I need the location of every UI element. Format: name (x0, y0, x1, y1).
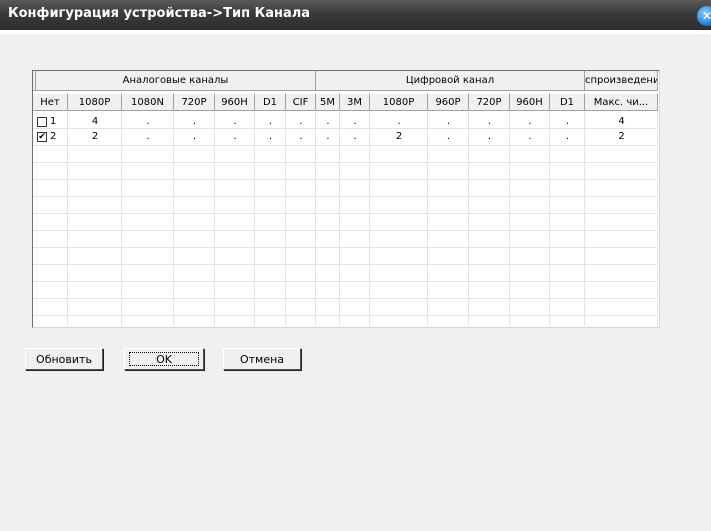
refresh-button-label: Обновить (36, 353, 92, 366)
table-cell[interactable]: . (174, 114, 215, 130)
row-checkbox[interactable] (37, 117, 47, 127)
table-cell[interactable]: . (316, 129, 340, 145)
table-cell[interactable]: . (469, 114, 510, 130)
channel-type-table: Аналоговые каналы Цифровой канал спроизвед… (32, 70, 660, 328)
column-header[interactable]: 1080P (68, 93, 122, 111)
column-header[interactable]: Макс. чи... (585, 93, 658, 111)
group-header: спроизведени (585, 71, 658, 91)
table-cell[interactable]: . (428, 114, 469, 130)
grid-line (33, 281, 658, 282)
window-title: Конфигурация устройства->Тип Канала (8, 6, 311, 21)
table-cell[interactable]: . (286, 114, 316, 130)
table-cell[interactable]: . (215, 114, 255, 130)
table-cell[interactable]: 4 (585, 114, 658, 130)
table-cell[interactable]: . (316, 114, 340, 130)
grid-line (33, 315, 658, 316)
table-cell[interactable]: . (370, 114, 428, 130)
grid-line (33, 264, 658, 265)
cancel-button[interactable]: Отмена (223, 348, 301, 370)
column-header[interactable]: CIF (286, 93, 316, 111)
table-cell[interactable]: . (215, 129, 255, 145)
column-header[interactable]: 720P (469, 93, 510, 111)
table-cell[interactable]: . (510, 114, 550, 130)
grid-line (33, 162, 658, 163)
table-cell[interactable]: . (122, 129, 174, 145)
close-icon[interactable]: ✕ (697, 6, 711, 26)
table-cell[interactable]: . (122, 114, 174, 130)
table-cell[interactable]: . (550, 114, 585, 130)
grid-line (33, 247, 658, 248)
table-cell[interactable]: . (510, 129, 550, 145)
column-header[interactable]: 960H (215, 93, 255, 111)
row-number: 2 (50, 131, 57, 142)
column-header[interactable]: D1 (255, 93, 286, 111)
table-cell[interactable]: 2 (68, 129, 122, 145)
column-header[interactable]: D1 (550, 93, 585, 111)
table-cell[interactable]: . (340, 129, 370, 145)
ok-button[interactable]: OK (124, 348, 204, 370)
group-header: Аналоговые каналы (36, 71, 316, 91)
row-number: 1 (50, 116, 57, 127)
column-header[interactable]: 960P (428, 93, 469, 111)
table-cell[interactable]: . (550, 129, 585, 145)
cancel-button-label: Отмена (239, 353, 285, 366)
row-checkbox[interactable]: ✔ (37, 132, 47, 142)
column-header[interactable]: 5M (316, 93, 340, 111)
table-cell[interactable]: . (340, 114, 370, 130)
grid-line (33, 196, 658, 197)
grid-line (33, 179, 658, 180)
table-cell[interactable]: . (255, 114, 286, 130)
table-cell[interactable]: . (255, 129, 286, 145)
grid-line (33, 298, 658, 299)
table-cell[interactable]: . (174, 129, 215, 145)
table-cell[interactable]: . (286, 129, 316, 145)
grid-line (33, 145, 658, 146)
grid-line (33, 213, 658, 214)
column-header[interactable]: 1080N (122, 93, 174, 111)
table-cell[interactable]: 2 (585, 129, 658, 145)
column-header[interactable]: 960H (510, 93, 550, 111)
refresh-button[interactable]: Обновить (25, 348, 103, 370)
title-bar: Конфигурация устройства->Тип Канала ✕ (0, 0, 711, 30)
column-header[interactable]: 1080P (370, 93, 428, 111)
group-header: Цифровой канал (316, 71, 585, 91)
column-header[interactable]: Нет (33, 93, 68, 111)
table-cell[interactable]: . (428, 129, 469, 145)
focus-ring (129, 352, 199, 366)
grid-line (33, 230, 658, 231)
table-cell[interactable]: 4 (68, 114, 122, 130)
dialog-window: Конфигурация устройства->Тип Канала ✕ Ан… (0, 0, 711, 531)
table-cell[interactable]: . (469, 129, 510, 145)
title-separator (0, 30, 711, 34)
column-header[interactable]: 720P (174, 93, 215, 111)
column-header[interactable]: 3M (340, 93, 370, 111)
table-cell[interactable]: 2 (370, 129, 428, 145)
